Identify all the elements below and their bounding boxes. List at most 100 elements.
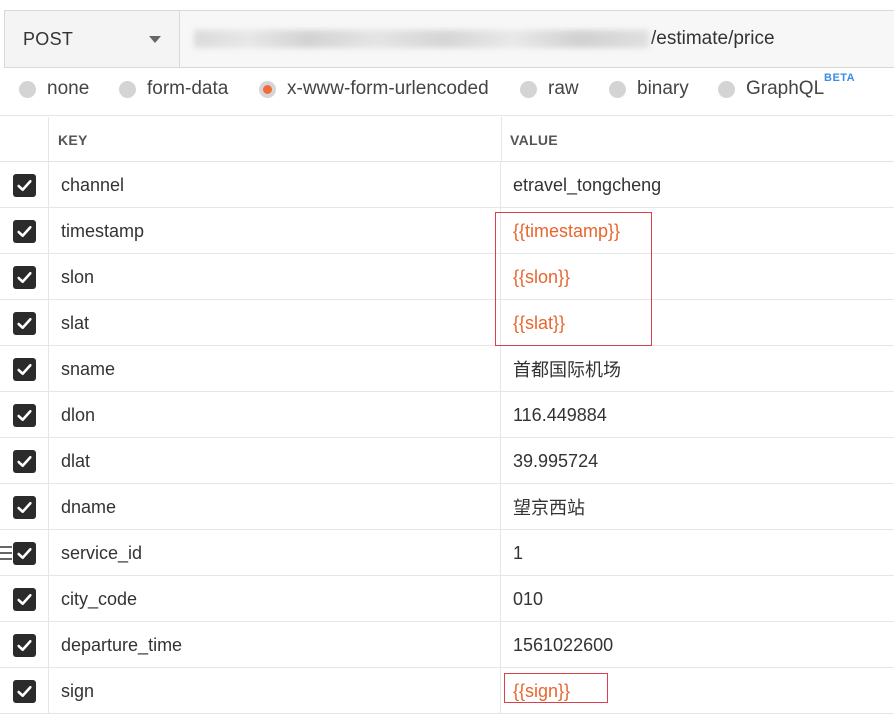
row-key[interactable]: sname — [49, 346, 501, 392]
row-key[interactable]: service_id — [49, 530, 501, 576]
checkmark-icon — [16, 177, 33, 194]
table-row: dlon 116.449884 — [0, 392, 894, 438]
row-value[interactable]: 1561022600 — [501, 622, 894, 668]
row-key[interactable]: slat — [49, 300, 501, 346]
checkmark-icon — [16, 545, 33, 562]
row-value[interactable]: 首都国际机场 — [501, 346, 894, 392]
checkmark-icon — [16, 499, 33, 516]
radio-circle — [119, 80, 136, 98]
row-checkbox[interactable] — [12, 173, 36, 197]
checkmark-icon — [16, 637, 33, 654]
row-checkbox[interactable] — [12, 587, 36, 611]
redacted-url-segment — [194, 30, 649, 48]
table-row: dlat 39.995724 — [0, 438, 894, 484]
row-value-variable[interactable]: {{timestamp}} — [501, 208, 894, 254]
row-checkbox[interactable] — [12, 633, 36, 657]
row-checkbox-cell — [0, 484, 49, 530]
table-row: service_id 1 — [0, 530, 894, 576]
radio-binary[interactable]: binary — [609, 78, 689, 100]
table-row: dname 望京西站 — [0, 484, 894, 530]
row-key[interactable]: dlon — [49, 392, 501, 438]
radio-label-urlencoded: x-www-form-urlencoded — [287, 78, 489, 99]
row-key[interactable]: sign — [49, 668, 501, 714]
checkmark-icon — [16, 683, 33, 700]
chevron-down-icon — [149, 35, 161, 43]
row-key[interactable]: city_code — [49, 576, 501, 622]
table-row: slat {{slat}} — [0, 300, 894, 346]
url-path: /estimate/price — [651, 28, 775, 49]
row-checkbox[interactable] — [12, 311, 36, 335]
row-checkbox-cell — [0, 346, 49, 392]
checkmark-icon — [16, 361, 33, 378]
radio-circle — [718, 80, 735, 98]
row-value[interactable]: 望京西站 — [501, 484, 894, 530]
row-checkbox-cell — [0, 438, 49, 484]
radio-label-graphql: GraphQL — [746, 78, 825, 99]
row-checkbox[interactable] — [12, 449, 36, 473]
radio-raw[interactable]: raw — [520, 78, 579, 100]
table-header: KEY VALUE — [0, 117, 894, 162]
row-value-variable[interactable]: {{sign}} — [501, 668, 894, 714]
checkmark-icon — [16, 315, 33, 332]
row-checkbox-cell — [0, 208, 49, 254]
row-checkbox[interactable] — [12, 495, 36, 519]
checkmark-icon — [16, 407, 33, 424]
url-input[interactable]: /estimate/price — [180, 11, 894, 67]
row-checkbox-cell — [0, 162, 49, 208]
row-value-variable[interactable]: {{slat}} — [501, 300, 894, 346]
row-checkbox[interactable] — [12, 219, 36, 243]
row-value[interactable]: 39.995724 — [501, 438, 894, 484]
drag-handle-icon[interactable] — [0, 546, 12, 560]
table-row: sign {{sign}} — [0, 668, 894, 714]
radio-label-raw: raw — [548, 78, 579, 99]
row-checkbox-cell — [0, 300, 49, 346]
table-row: departure_time 1561022600 — [0, 622, 894, 668]
row-value[interactable]: 116.449884 — [501, 392, 894, 438]
radio-form-data[interactable]: form-data — [119, 78, 228, 100]
checkmark-icon — [16, 453, 33, 470]
row-value[interactable]: 010 — [501, 576, 894, 622]
row-checkbox-cell — [0, 530, 49, 576]
radio-circle — [609, 80, 626, 98]
row-checkbox[interactable] — [12, 265, 36, 289]
row-key[interactable]: channel — [49, 162, 501, 208]
checkmark-icon — [16, 269, 33, 286]
radio-circle-selected — [259, 80, 276, 98]
row-key[interactable]: dname — [49, 484, 501, 530]
header-divider — [501, 117, 503, 162]
row-key[interactable]: timestamp — [49, 208, 501, 254]
row-checkbox[interactable] — [12, 357, 36, 381]
checkmark-icon — [16, 223, 33, 240]
row-value[interactable]: etravel_tongcheng — [501, 162, 894, 208]
radio-x-www-form-urlencoded[interactable]: x-www-form-urlencoded — [259, 78, 489, 100]
body-type-selector: none form-data x-www-form-urlencoded raw… — [0, 72, 894, 116]
row-key[interactable]: dlat — [49, 438, 501, 484]
header-check-column — [0, 117, 49, 162]
row-checkbox[interactable] — [12, 541, 36, 565]
table-row: channel etravel_tongcheng — [0, 162, 894, 208]
row-checkbox[interactable] — [12, 403, 36, 427]
request-bar: POST /estimate/price — [4, 10, 894, 68]
radio-graphql[interactable]: GraphQL — [718, 78, 824, 100]
radio-circle — [19, 80, 36, 98]
radio-circle — [520, 80, 537, 98]
row-value[interactable]: 1 — [501, 530, 894, 576]
table-row: slon {{slon}} — [0, 254, 894, 300]
table-row: timestamp {{timestamp}} — [0, 208, 894, 254]
method-dropdown[interactable]: POST — [5, 11, 180, 67]
row-value-variable[interactable]: {{slon}} — [501, 254, 894, 300]
header-key: KEY — [58, 131, 88, 148]
row-checkbox-cell — [0, 254, 49, 300]
row-checkbox-cell — [0, 622, 49, 668]
radio-label-form-data: form-data — [147, 78, 229, 99]
row-checkbox[interactable] — [12, 679, 36, 703]
row-key[interactable]: slon — [49, 254, 501, 300]
beta-badge: BETA — [824, 72, 856, 84]
table-row: sname 首都国际机场 — [0, 346, 894, 392]
checkmark-icon — [16, 591, 33, 608]
method-label: POST — [23, 28, 74, 49]
radio-label-binary: binary — [637, 78, 689, 99]
row-checkbox-cell — [0, 392, 49, 438]
row-key[interactable]: departure_time — [49, 622, 501, 668]
radio-none[interactable]: none — [19, 78, 89, 100]
